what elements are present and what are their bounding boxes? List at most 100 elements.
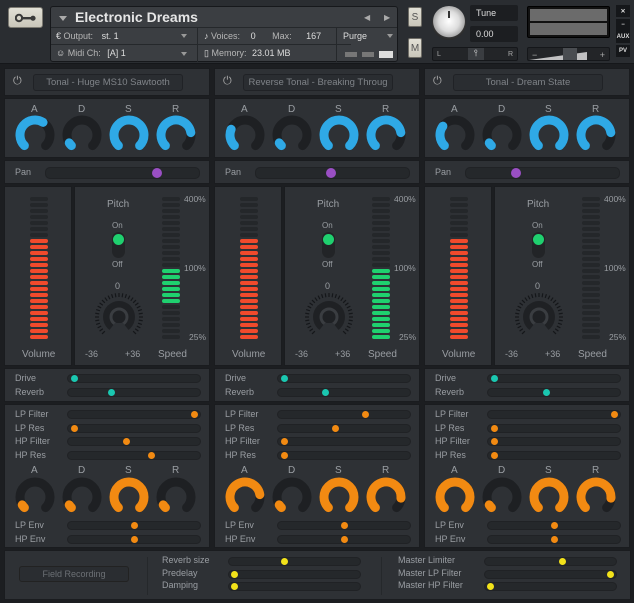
speed-meter-segment[interactable] [162,311,180,315]
filter-param-slider[interactable] [487,423,621,433]
master-param-handle[interactable] [487,583,495,590]
speed-meter-segment[interactable] [162,203,180,207]
next-instrument-icon[interactable]: ▶ [384,13,390,22]
speed-meter-segment[interactable] [372,269,390,273]
hp-env-slider[interactable] [277,535,411,544]
filter-param-handle[interactable] [123,438,130,445]
speed-meter-segment[interactable] [162,305,180,309]
filter-param-slider[interactable] [277,410,411,419]
preset-name-display[interactable]: Tonal - Dream State [453,74,603,91]
amp-r-knob[interactable] [156,115,196,160]
filter-param-slider[interactable] [67,450,201,460]
pv-button[interactable]: PV [616,45,630,57]
preset-name-display[interactable]: Tonal - Huge MS10 Sawtooth [33,74,183,91]
speed-meter-segment[interactable] [372,227,390,231]
tune-value[interactable]: 0.00 [470,26,518,42]
purge-dropdown-icon[interactable] [387,34,393,38]
speed-meter-segment[interactable] [372,221,390,225]
speed-meter-segment[interactable] [162,239,180,243]
speed-meter-segment[interactable] [162,245,180,249]
filter-param-handle[interactable] [148,451,155,459]
speed-meter-segment[interactable] [162,275,180,279]
amp-a-knob[interactable] [435,115,475,160]
filter-param-slider[interactable] [487,450,621,460]
speed-meter-segment[interactable] [372,203,390,207]
speed-meter-segment[interactable] [162,335,180,339]
filter-s-knob[interactable] [319,477,359,522]
filter-param-handle[interactable] [610,411,618,418]
speed-meter-segment[interactable] [582,245,600,249]
reverb-param-slider[interactable] [228,557,361,566]
filter-param-slider[interactable] [67,423,201,433]
pan-slider[interactable] [465,167,620,179]
midi-dropdown-icon[interactable] [181,52,187,56]
speed-meter-segment[interactable] [582,305,600,309]
speed-meter-segment[interactable] [372,215,390,219]
lp-env-handle[interactable] [340,522,348,529]
speed-meter-segment[interactable] [162,299,180,303]
filter-d-knob[interactable] [482,477,522,522]
amp-s-knob[interactable] [109,115,149,160]
amp-d-knob[interactable] [482,115,522,160]
volume-handle[interactable] [563,48,577,60]
speed-meter-segment[interactable] [582,287,600,291]
speed-meter-segment[interactable] [582,215,600,219]
filter-d-knob[interactable] [62,477,102,522]
collapse-arrow-icon[interactable] [59,16,67,21]
speed-meter-segment[interactable] [372,317,390,321]
speed-meter-segment[interactable] [372,197,390,201]
reverb-param-slider[interactable] [228,569,361,579]
pan-slider[interactable] [255,167,410,179]
filter-param-slider[interactable] [67,437,201,446]
amp-a-knob[interactable] [15,115,55,160]
speed-meter-segment[interactable] [162,323,180,327]
filter-param-handle[interactable] [361,411,369,418]
speed-meter-segment[interactable] [582,203,600,207]
solo-button[interactable]: S [408,7,422,27]
speed-meter-segment[interactable] [582,239,600,243]
filter-a-knob[interactable] [435,477,475,522]
speed-meter-segment[interactable] [582,227,600,231]
settings-button[interactable] [8,7,43,28]
drive-slider[interactable] [487,374,621,383]
filter-param-handle[interactable] [190,411,198,418]
lp-env-handle[interactable] [550,522,558,529]
speed-meter-segment[interactable] [372,233,390,237]
pitch-toggle[interactable] [322,232,335,258]
drive-handle[interactable] [70,375,78,382]
filter-r-knob[interactable] [156,477,196,522]
filter-a-knob[interactable] [15,477,55,522]
power-icon[interactable]: ⏻ [13,75,22,88]
pitch-toggle[interactable] [112,232,125,258]
pitch-toggle-handle[interactable] [113,234,124,245]
power-icon[interactable]: ⏻ [433,75,442,88]
reverb-handle[interactable] [108,389,115,396]
amp-r-knob[interactable] [576,115,616,160]
speed-meter-segment[interactable] [372,251,390,255]
purge-menu[interactable]: Purge [343,31,367,41]
pan-handle-icon[interactable]: ⫯ [468,48,484,60]
hp-env-slider[interactable] [487,535,621,544]
reverb-param-handle[interactable] [231,570,239,578]
speed-meter-segment[interactable] [582,257,600,261]
master-param-slider[interactable] [484,582,617,591]
speed-meter-segment[interactable] [162,287,180,291]
filter-param-slider[interactable] [277,450,411,460]
speed-meter-segment[interactable] [162,329,180,333]
amp-s-knob[interactable] [319,115,359,160]
output-dropdown-icon[interactable] [181,34,187,38]
speed-meter-segment[interactable] [372,281,390,285]
filter-a-knob[interactable] [225,477,265,522]
speed-meter-segment[interactable] [162,269,180,273]
filter-param-handle[interactable] [70,424,78,432]
speed-meter-segment[interactable] [162,317,180,321]
amp-s-knob[interactable] [529,115,569,160]
volume-slider[interactable]: − + [527,47,610,61]
speed-meter-segment[interactable] [162,227,180,231]
speed-meter-segment[interactable] [372,329,390,333]
speed-meter-segment[interactable] [372,335,390,339]
master-param-slider[interactable] [484,557,617,566]
pitch-knob[interactable] [515,293,563,341]
master-param-handle[interactable] [606,570,614,578]
hp-env-slider[interactable] [67,535,201,544]
